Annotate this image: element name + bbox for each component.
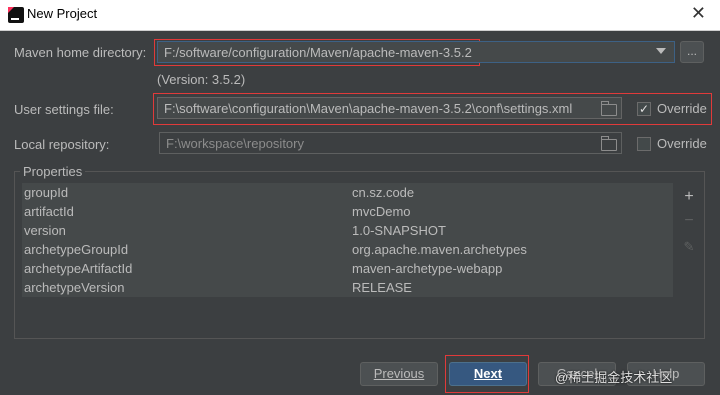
property-key: archetypeGroupId [24, 242, 129, 257]
local-repository-override-label: Override [657, 136, 707, 151]
maven-home-value: F:/software/configuration/Maven/apache-m… [164, 45, 472, 60]
property-key: groupId [24, 185, 69, 200]
property-value: 1.0-SNAPSHOT [352, 223, 446, 238]
property-key: version [24, 223, 66, 238]
property-value: RELEASE [352, 280, 412, 295]
table-row[interactable]: archetypeGroupId org.apache.maven.archet… [22, 240, 673, 259]
user-settings-override-label: Override [657, 101, 707, 116]
next-button-label: Next [473, 366, 503, 381]
maven-home-combobox[interactable]: F:/software/configuration/Maven/apache-m… [157, 41, 675, 63]
window-titlebar: New Project ✕ [0, 0, 720, 31]
user-settings-value: F:\software\configuration\Maven\apache-m… [164, 101, 573, 116]
folder-icon[interactable] [601, 101, 617, 116]
previous-button[interactable]: Previous [360, 362, 438, 386]
property-key: archetypeVersion [24, 280, 125, 295]
property-value: mvcDemo [352, 204, 411, 219]
user-settings-label: User settings file: [14, 102, 114, 117]
watermark-text: @稀土掘金技术社区 [555, 370, 673, 385]
table-row[interactable]: version 1.0-SNAPSHOT [22, 221, 673, 240]
property-value: maven-archetype-webapp [352, 261, 503, 276]
chevron-down-icon[interactable] [656, 48, 666, 54]
intellij-logo-icon [8, 7, 24, 23]
edit-icon[interactable]: ✎ [681, 239, 697, 255]
next-button[interactable]: Next [449, 362, 527, 386]
user-settings-field[interactable]: F:\software\configuration\Maven\apache-m… [157, 97, 622, 119]
local-repository-label: Local repository: [14, 137, 110, 152]
local-repository-value: F:\workspace\repository [166, 136, 304, 151]
maven-version-text: (Version: 3.5.2) [157, 72, 246, 87]
property-key: artifactId [24, 204, 74, 219]
maven-home-browse-button[interactable]: ... [680, 41, 704, 63]
property-key: archetypeArtifactId [24, 261, 133, 276]
properties-table[interactable]: groupId cn.sz.code artifactId mvcDemo ve… [22, 183, 673, 337]
folder-icon[interactable] [601, 136, 617, 151]
table-row[interactable]: groupId cn.sz.code [22, 183, 673, 202]
maven-home-label: Maven home directory: [14, 45, 147, 60]
table-row[interactable]: archetypeArtifactId maven-archetype-weba… [22, 259, 673, 278]
local-repository-override-checkbox[interactable] [637, 137, 651, 151]
table-row[interactable]: archetypeVersion RELEASE [22, 278, 673, 297]
add-icon[interactable]: + [681, 189, 697, 205]
previous-button-label: Previous [373, 366, 425, 381]
remove-icon[interactable]: − [681, 213, 697, 229]
window-title: New Project [27, 6, 98, 21]
user-settings-override-checkbox[interactable]: ✓ [637, 102, 651, 116]
property-value: cn.sz.code [352, 185, 415, 200]
properties-toolbar: + − ✎ [677, 183, 701, 337]
table-row[interactable]: artifactId mvcDemo [22, 202, 673, 221]
properties-title: Properties [20, 164, 86, 179]
close-icon[interactable]: ✕ [691, 3, 706, 24]
local-repository-field[interactable]: F:\workspace\repository [159, 132, 622, 154]
property-value: org.apache.maven.archetypes [352, 242, 527, 257]
